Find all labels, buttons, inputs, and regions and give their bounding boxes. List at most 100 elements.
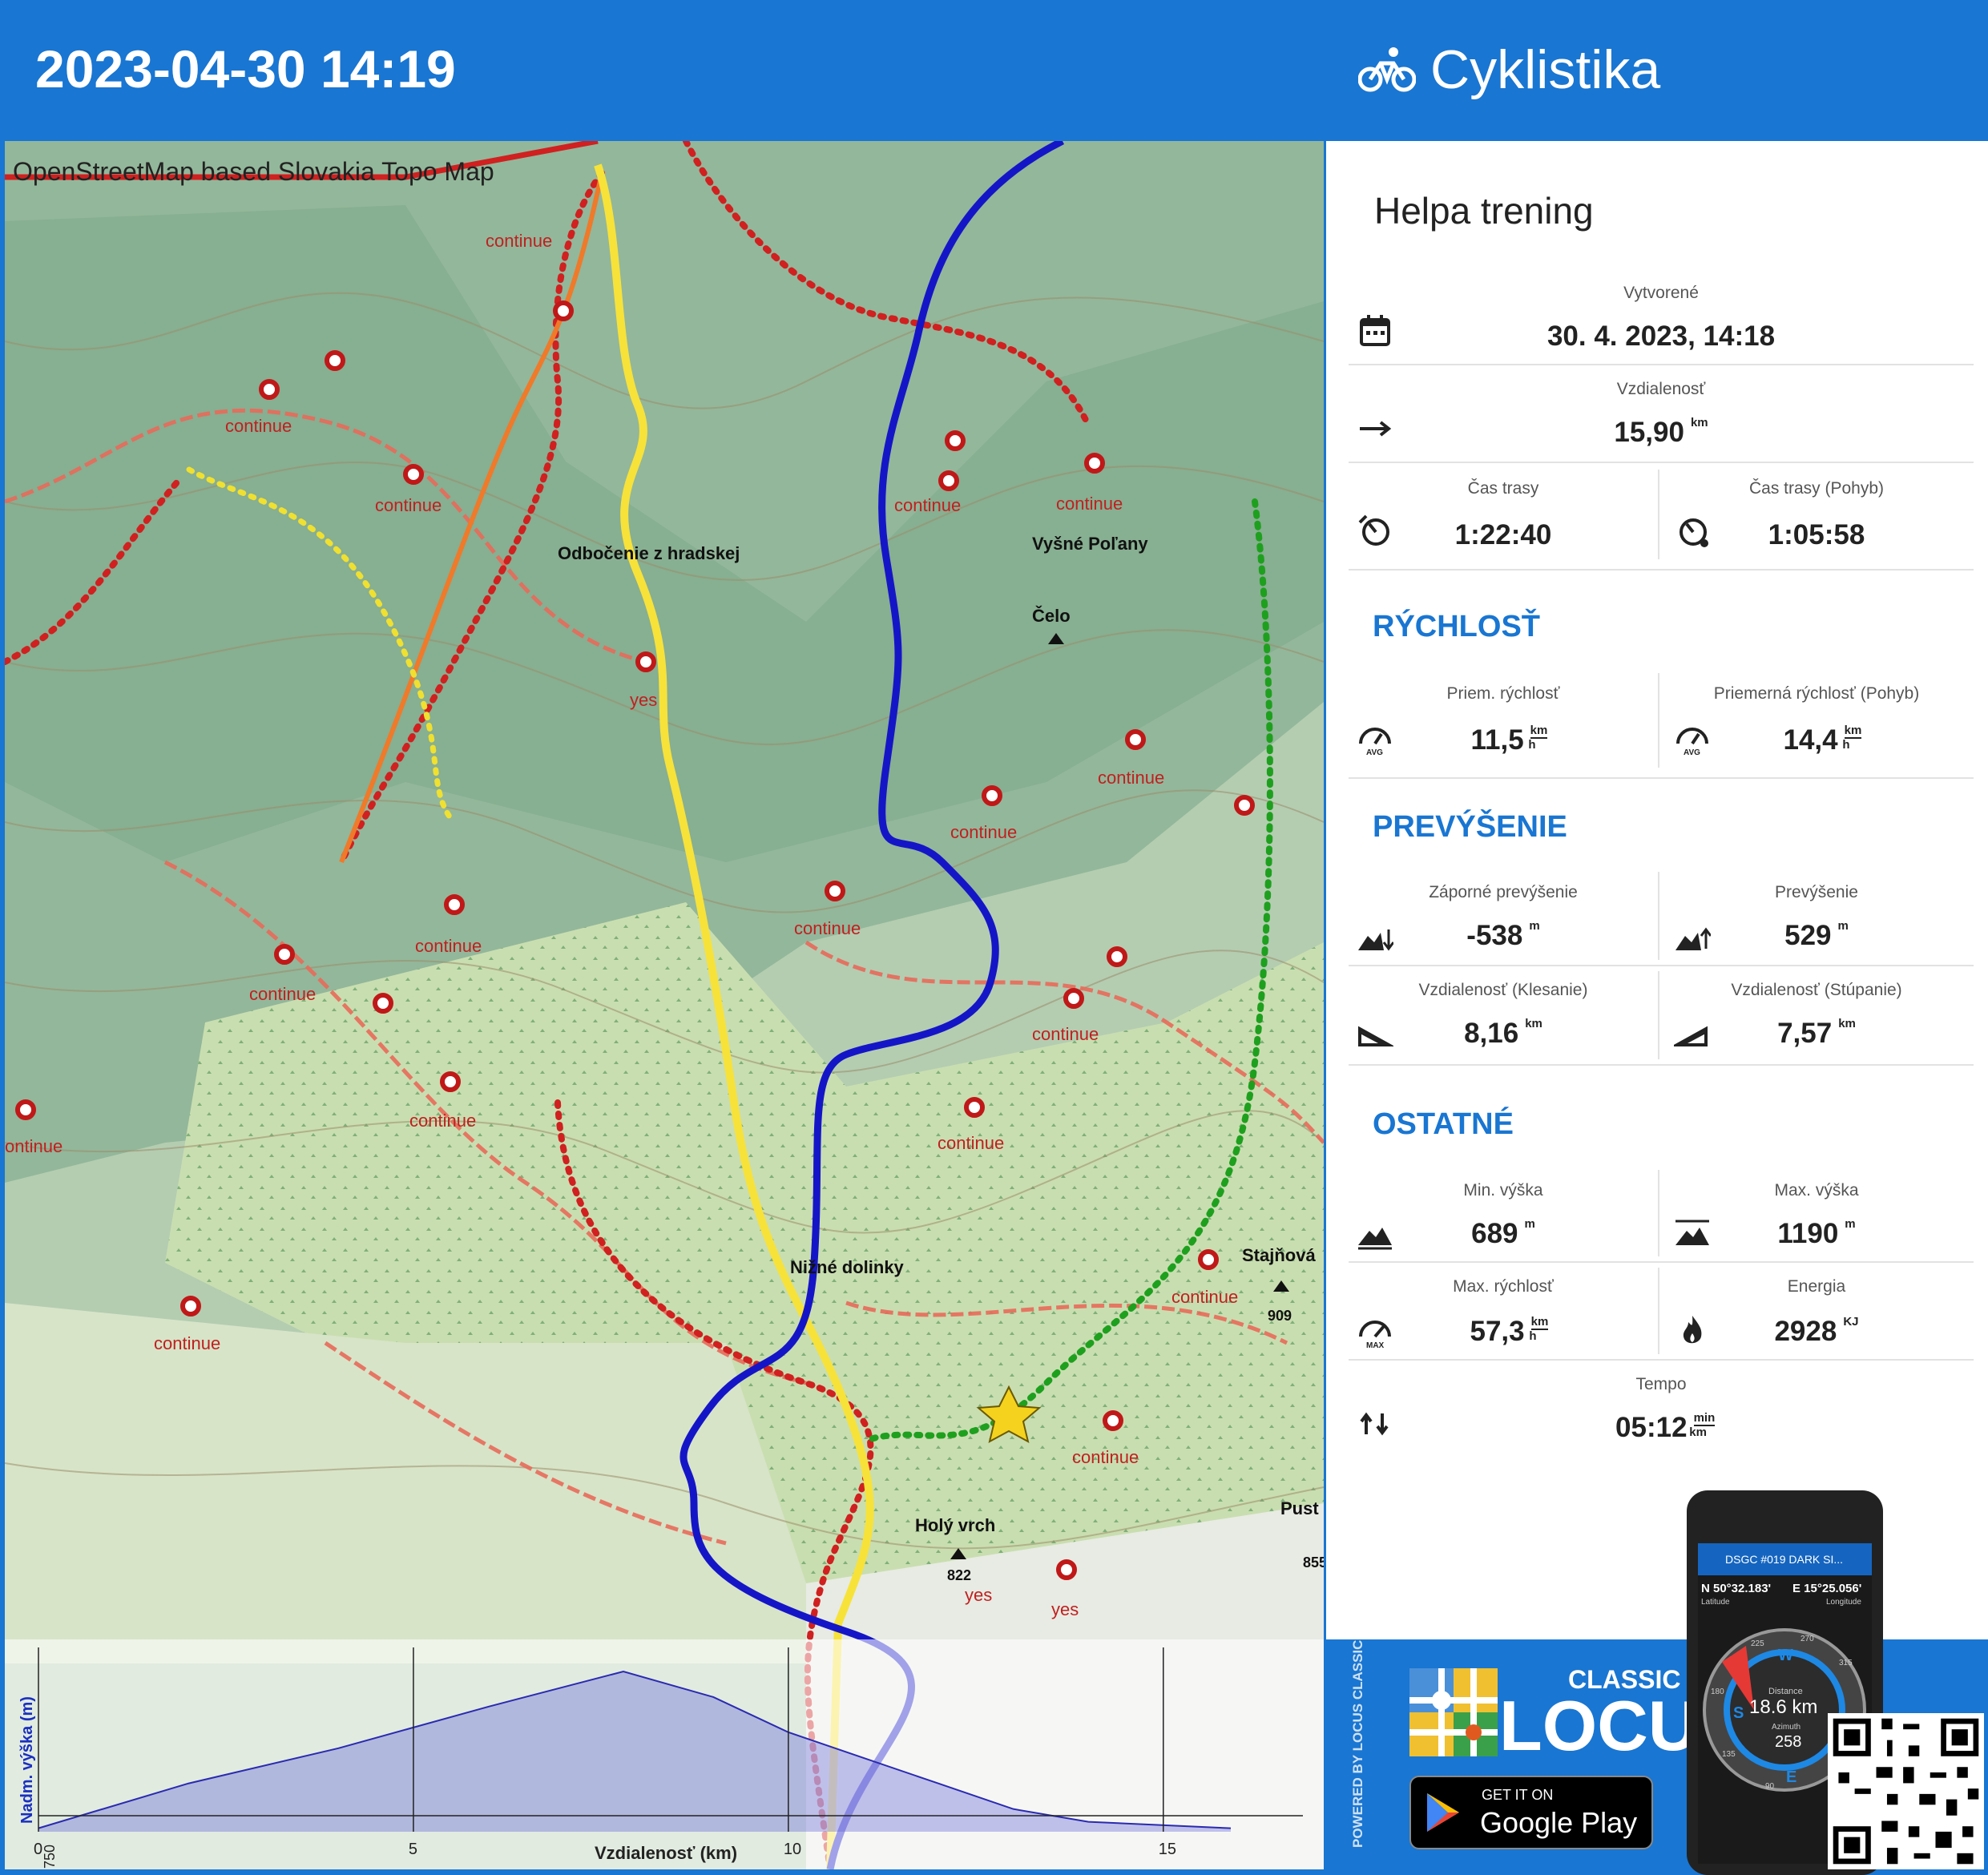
google-play-badge[interactable]: GET IT ON Google Play — [1409, 1776, 1653, 1849]
avg-speed-label: Priem. rýchlosť — [1446, 684, 1560, 703]
speed-unit-top: km — [1844, 724, 1862, 739]
topo-map[interactable]: continue continue continue continue continu… — [5, 141, 1324, 1869]
m-unit: m — [1845, 1217, 1856, 1231]
svg-text:Odbočenie z hradskej: Odbočenie z hradskej — [558, 543, 740, 563]
descent-label: Záporné prevýšenie — [1429, 883, 1578, 901]
created-value: 30. 4. 2023, 14:18 — [1546, 321, 1776, 352]
map-canvas[interactable]: continue continue continue continue continu… — [5, 141, 1324, 1869]
dist-up-label: Vzdialenosť (Stúpanie) — [1731, 981, 1902, 999]
svg-text:continue: continue — [1056, 494, 1123, 514]
qr-code — [1828, 1713, 1984, 1869]
compass-tick: 270 — [1800, 1635, 1814, 1643]
speed-unit-top: km — [1530, 724, 1548, 739]
elevation-profile-chart[interactable]: Nadm. výška (m) 750 Vzdialenosť (km) 0 5 1… — [5, 1639, 1324, 1869]
svg-text:Nižné dolinky: Nižné dolinky — [790, 1257, 905, 1277]
m-unit: m — [1529, 919, 1540, 933]
elevation-xtick: 0 — [34, 1841, 42, 1858]
avg-moving-speed-label: Priemerná rýchlosť (Pohyb) — [1713, 684, 1920, 703]
svg-text:continue: continue — [1098, 768, 1164, 788]
elevation-area — [38, 1671, 1231, 1832]
time-value: 1:22:40 — [1454, 519, 1552, 550]
speed-unit-bottom: h — [1528, 738, 1536, 752]
promo-footer: POWERED BY LOCUS CLASSIC CLASSIC LOCUS G… — [1326, 1490, 1988, 1875]
distance-label: Vzdialenosť — [1616, 380, 1706, 398]
descent-value: -538 — [1466, 920, 1523, 951]
svg-text:909: 909 — [1268, 1308, 1292, 1324]
locus-logo-icon — [1409, 1668, 1498, 1756]
time-row: Čas trasy 1:22:40 Čas trasy (Pohyb) 1:05… — [1349, 463, 1974, 571]
compass-s: S — [1733, 1704, 1744, 1722]
max-alt-value: 1190 — [1777, 1218, 1839, 1249]
phone-lat-label: Latitude — [1701, 1598, 1730, 1607]
km-unit: km — [1525, 1017, 1542, 1030]
other-section-title: OSTATNÉ — [1373, 1107, 1514, 1141]
pace-row: Tempo 05:12 minkm — [1349, 1361, 1974, 1455]
compass-azimuth-label: Azimuth — [1772, 1723, 1800, 1732]
elevation-ytick: 750 — [42, 1845, 58, 1869]
svg-text:Pust: Pust — [1280, 1498, 1319, 1518]
svg-text:continue: continue — [409, 1111, 476, 1131]
track-title: Helpa trening — [1374, 190, 1594, 232]
svg-text:continue: continue — [1032, 1024, 1099, 1044]
svg-text:yes: yes — [965, 1585, 992, 1605]
time-label: Čas trasy — [1467, 479, 1539, 498]
phone-lat: N 50°32.183' — [1701, 1582, 1772, 1595]
compass-tick: 315 — [1839, 1659, 1853, 1667]
svg-text:yes: yes — [1051, 1599, 1079, 1619]
svg-text:continue: continue — [1072, 1447, 1139, 1467]
header-bar: 2023-04-30 14:19 Cyklistika — [0, 0, 1988, 141]
elevation-ylabel: Nadm. výška (m) — [18, 1696, 36, 1824]
avg-moving-speed-value: 14,4 — [1783, 724, 1838, 756]
svg-text:continue: continue — [794, 918, 861, 938]
speed-row: Priem. rýchlosť AVG 11,5 kmh Priemerná rý… — [1349, 668, 1974, 779]
elevation-xlabel: Vzdialenosť (km) — [595, 1843, 737, 1863]
compass-tick: 225 — [1751, 1639, 1764, 1648]
dist-up-value: 7,57 — [1777, 1018, 1833, 1049]
phone-lon: E 15°25.056' — [1792, 1582, 1862, 1595]
energy-label: Energia — [1787, 1277, 1846, 1296]
compass-distance-label: Distance — [1768, 1687, 1803, 1696]
powered-by-label: POWERED BY LOCUS CLASSIC — [1350, 1639, 1365, 1848]
phone-toolbar: DSGC #019 DARK SI... — [1698, 1543, 1872, 1575]
created-row: Vytvorené 30. 4. 2023, 14:18 — [1349, 269, 1974, 365]
activity-type: Cyklistika — [1358, 38, 1660, 101]
svg-text:Vyšné Poľany: Vyšné Poľany — [1032, 534, 1148, 554]
distance-unit: km — [1690, 416, 1708, 429]
moving-time-label: Čas trasy (Pohyb) — [1748, 479, 1885, 498]
pace-unit-top: min — [1693, 1411, 1716, 1426]
m-unit: m — [1524, 1217, 1535, 1231]
km-unit: km — [1838, 1017, 1856, 1030]
stats-panel: Helpa trening Vytvorené 30. 4. 2023, 14:… — [1326, 141, 1988, 1639]
svg-text:Čelo: Čelo — [1032, 606, 1071, 626]
svg-text:continue: continue — [375, 495, 442, 515]
min-alt-label: Min. výška — [1463, 1181, 1543, 1200]
avg-speed-value: 11,5 — [1470, 724, 1524, 756]
ascent-label: Prevýšenie — [1775, 883, 1858, 901]
pace-value: 05:12 — [1615, 1412, 1688, 1443]
compass-tick: 180 — [1711, 1688, 1724, 1696]
max-speed-value: 57,3 — [1470, 1316, 1525, 1347]
compass-azimuth: 258 — [1775, 1733, 1801, 1751]
activity-label: Cyklistika — [1430, 39, 1661, 100]
energy-unit: KJ — [1843, 1315, 1859, 1329]
phone-lon-label: Longitude — [1826, 1598, 1861, 1607]
speed-unit-bottom: h — [1842, 738, 1850, 752]
dist-down-value: 8,16 — [1464, 1018, 1519, 1049]
svg-text:Stajňová: Stajňová — [1242, 1245, 1316, 1265]
svg-text:continue: continue — [415, 936, 482, 956]
ascent-value: 529 — [1784, 920, 1832, 951]
google-play-icon — [1427, 1793, 1459, 1832]
climb-distance-row: Vzdialenosť (Klesanie) 8,16 km Vzdialenos… — [1349, 966, 1974, 1066]
compass-tick: 90 — [1765, 1782, 1775, 1791]
speed-energy-row: Max. rýchlosť MAX 57,3 kmh Energia 2928 KJ — [1349, 1263, 1974, 1361]
elevation-xtick: 10 — [784, 1841, 801, 1858]
svg-text:continue: continue — [938, 1133, 1004, 1153]
svg-text:Holý vrch: Holý vrch — [915, 1515, 995, 1535]
svg-text:continue: continue — [249, 984, 316, 1004]
compass-tick: 135 — [1722, 1750, 1736, 1759]
elevation-section-title: PREVÝŠENIE — [1373, 810, 1567, 844]
phone-title: DSGC #019 DARK SI... — [1725, 1553, 1844, 1566]
svg-text:continue: continue — [950, 822, 1017, 842]
compass-w: W — [1778, 1647, 1793, 1664]
energy-value: 2928 — [1774, 1316, 1837, 1347]
